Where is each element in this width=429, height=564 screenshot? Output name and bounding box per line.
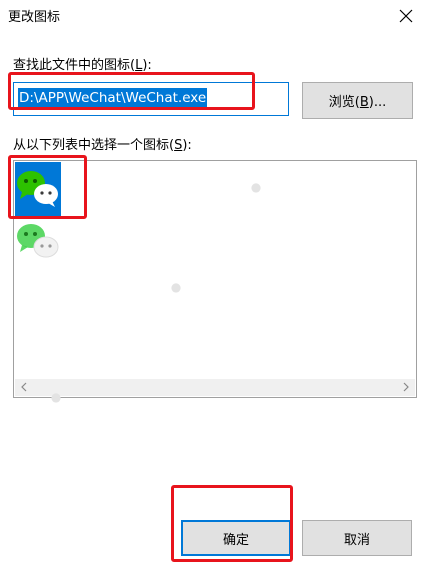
icon-item-wechat-2[interactable]: [15, 220, 61, 274]
browse-button-label: 浏览(B)...: [328, 95, 387, 110]
path-label: 查找此文件中的图标(L):: [13, 58, 152, 73]
title-bar: 更改图标: [0, 0, 429, 32]
browse-button[interactable]: 浏览(B)...: [302, 82, 413, 119]
scroll-left-icon[interactable]: [19, 382, 29, 392]
wechat-icon-faded: [17, 224, 59, 258]
close-icon: [399, 9, 413, 23]
icon-list-label: 从以下列表中选择一个图标(S):: [13, 138, 192, 153]
annotation-box-path: [8, 72, 255, 110]
annotation-box-ok: [171, 485, 293, 562]
cancel-button[interactable]: 取消: [302, 520, 412, 556]
dialog-title: 更改图标: [8, 10, 61, 25]
annotation-box-icon: [8, 155, 87, 219]
close-button[interactable]: [383, 0, 429, 32]
cancel-button-label: 取消: [343, 532, 370, 548]
scroll-right-icon[interactable]: [401, 382, 411, 392]
horizontal-scrollbar[interactable]: [15, 379, 415, 396]
